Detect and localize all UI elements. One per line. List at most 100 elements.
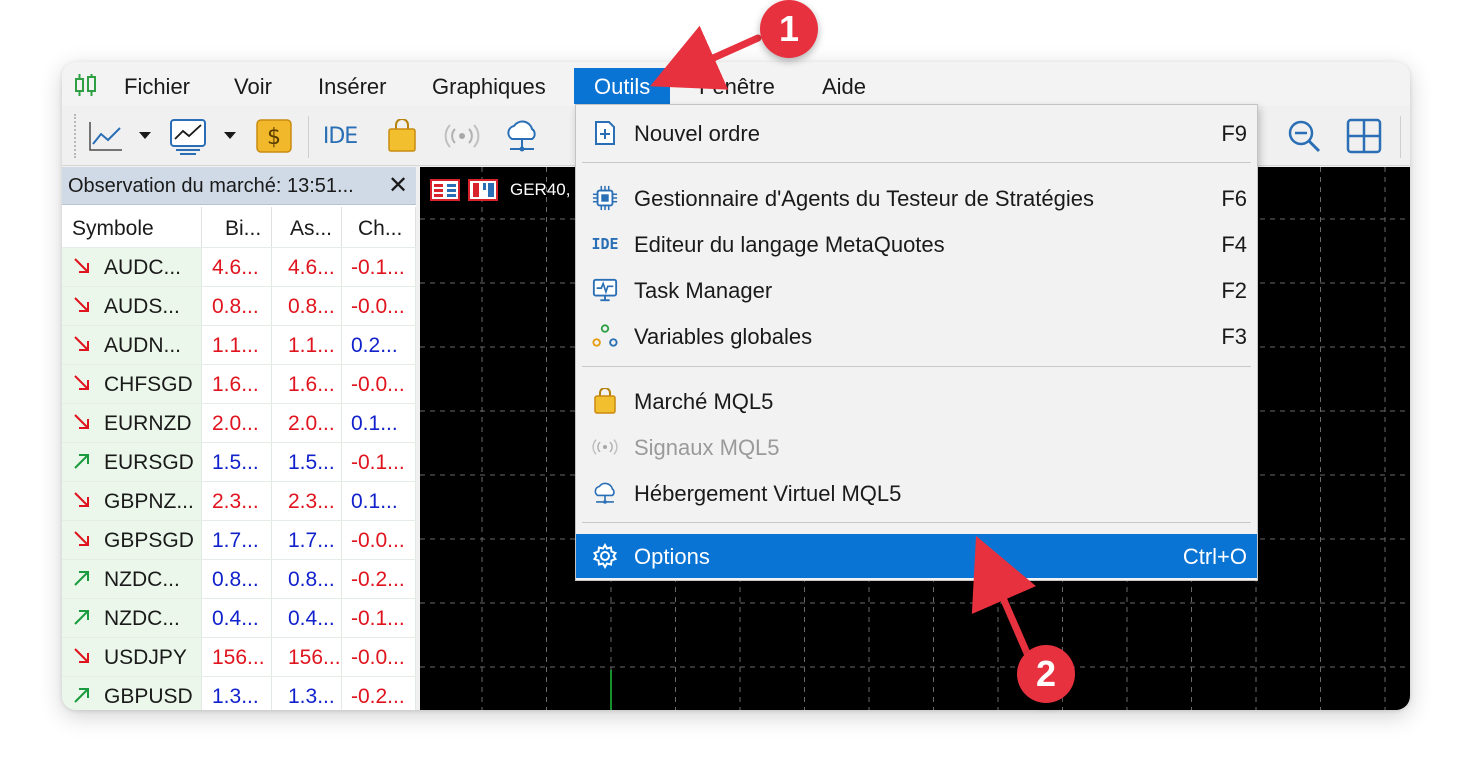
- line-chart-dropdown-caret[interactable]: [139, 132, 151, 139]
- chart-symbol: GER40,: [510, 180, 571, 199]
- table-row[interactable]: CHFSGD 1.6... 1.6... -0.0...: [62, 364, 416, 403]
- menu-item-shortcut: F6: [1221, 186, 1247, 211]
- menu-item-label: Hébergement Virtuel MQL5: [634, 481, 902, 506]
- menu-separator: [582, 522, 1251, 523]
- symbol-cell: GBPNZ...: [62, 482, 202, 520]
- menu-item-marche-mql5[interactable]: Marché MQL5: [576, 379, 1257, 423]
- ask-cell: 0.8...: [272, 560, 342, 598]
- zoom-out-button[interactable]: [1284, 116, 1324, 156]
- menu-item-signaux-mql5[interactable]: Signaux MQL5: [576, 425, 1257, 469]
- table-row[interactable]: USDJPY 156... 156... -0.0...: [62, 637, 416, 676]
- menu-voir[interactable]: Voir: [214, 68, 292, 104]
- menu-outils[interactable]: Outils: [574, 68, 671, 104]
- signals-button[interactable]: [442, 116, 482, 156]
- menu-item-task-manager[interactable]: Task Manager F2: [576, 268, 1257, 312]
- close-icon[interactable]: ✕: [388, 171, 408, 200]
- menu-item-gestionnaire-agents[interactable]: Gestionnaire d'Agents du Testeur de Stra…: [576, 176, 1257, 220]
- symbol-cell: NZDC...: [62, 560, 202, 598]
- menu-separator: [582, 162, 1251, 163]
- line-chart-button[interactable]: [86, 116, 126, 156]
- table-row[interactable]: AUDN... 1.1... 1.1... 0.2...: [62, 325, 416, 364]
- bid-cell: 0.4...: [202, 599, 272, 637]
- table-row[interactable]: NZDC... 0.8... 0.8... -0.2...: [62, 559, 416, 598]
- table-row[interactable]: AUDS... 0.8... 0.8... -0.0...: [62, 286, 416, 325]
- symbol-cell: NZDC...: [62, 599, 202, 637]
- symbol-name: NZDC...: [104, 568, 180, 591]
- line-chart-icon: [89, 122, 122, 151]
- menu-item-shortcut: Ctrl+O: [1182, 544, 1247, 569]
- menu-aide[interactable]: Aide: [802, 68, 886, 104]
- table-row[interactable]: AUDC... 4.6... 4.6... -0.1...: [62, 247, 416, 286]
- symbol-cell: AUDC...: [62, 248, 202, 286]
- menu-item-hebergement-virtuel[interactable]: Hébergement Virtuel MQL5: [576, 471, 1257, 515]
- symbol-name: GBPUSD: [104, 685, 193, 708]
- table-row[interactable]: GBPNZ... 2.3... 2.3... 0.1...: [62, 481, 416, 520]
- grid-icon: [1346, 118, 1382, 154]
- table-row[interactable]: GBPUSD 1.3... 1.3... -0.2...: [62, 676, 416, 710]
- variables-icon: [592, 323, 618, 349]
- menu-inserer[interactable]: Insérer: [298, 68, 406, 104]
- menu-fenetre[interactable]: Fenêtre: [679, 68, 795, 104]
- tile-windows-button[interactable]: [1344, 116, 1384, 156]
- ide-button[interactable]: IDE: [320, 116, 360, 156]
- vps-button[interactable]: [502, 116, 542, 156]
- menu-item-editeur-metaquotes[interactable]: IDE Editeur du langage MetaQuotes F4: [576, 222, 1257, 266]
- zoom-out-icon: [1288, 120, 1321, 153]
- change-cell: -0.1...: [342, 599, 416, 637]
- symbol-name: CHFSGD: [104, 373, 193, 396]
- symbol-name: AUDC...: [104, 256, 182, 279]
- menu-item-label: Variables globales: [634, 324, 813, 349]
- table-row[interactable]: EURNZD 2.0... 2.0... 0.1...: [62, 403, 416, 442]
- table-row[interactable]: GBPSGD 1.7... 1.7... -0.0...: [62, 520, 416, 559]
- toolbar-grip[interactable]: [74, 114, 77, 158]
- symbol-name: GBPNZ...: [104, 490, 194, 513]
- ask-cell: 4.6...: [272, 248, 342, 286]
- depth-of-market-icon[interactable]: [468, 179, 498, 201]
- bid-cell: 0.8...: [202, 560, 272, 598]
- ask-cell: 0.4...: [272, 599, 342, 637]
- menu-graphiques[interactable]: Graphiques: [412, 68, 566, 104]
- change-cell: -0.1...: [342, 248, 416, 286]
- shopping-bag-icon: [388, 119, 416, 152]
- menu-item-nouvel-ordre[interactable]: Nouvel ordre F9: [576, 111, 1257, 155]
- ask-cell: 156...: [272, 638, 342, 676]
- chart-template-button[interactable]: [168, 116, 208, 156]
- bid-cell: 0.8...: [202, 287, 272, 325]
- menu-separator: [582, 366, 1251, 367]
- symbol-cell: GBPSGD: [62, 521, 202, 559]
- cloud-icon: [592, 480, 618, 506]
- arrow-down-right-icon: [74, 258, 89, 273]
- ask-cell: 2.3...: [272, 482, 342, 520]
- column-bid[interactable]: Bi...: [202, 207, 272, 247]
- symbol-cell: EURSGD: [62, 443, 202, 481]
- menu-item-label: Nouvel ordre: [634, 121, 760, 146]
- column-symbol[interactable]: Symbole: [62, 207, 202, 247]
- market-watch-panel: Observation du marché: 13:51... ✕ Symbol…: [62, 167, 416, 710]
- table-row[interactable]: EURSGD 1.5... 1.5... -0.1...: [62, 442, 416, 481]
- monitor-pulse-icon: [592, 277, 618, 303]
- gear-icon: [592, 543, 618, 569]
- ask-cell: 1.3...: [272, 677, 342, 710]
- symbol-cell: CHFSGD: [62, 365, 202, 403]
- template-dropdown-caret[interactable]: [224, 132, 236, 139]
- market-watch-header: Symbole Bi... As... Ch...: [62, 207, 416, 247]
- menu-item-variables-globales[interactable]: Variables globales F3: [576, 314, 1257, 358]
- change-cell: 0.1...: [342, 482, 416, 520]
- bid-cell: 1.3...: [202, 677, 272, 710]
- menu-item-options[interactable]: Options Ctrl+O: [576, 534, 1257, 578]
- symbol-name: USDJPY: [104, 646, 187, 669]
- column-ask[interactable]: As...: [272, 207, 342, 247]
- signal-icon: [592, 434, 618, 460]
- ask-cell: 1.5...: [272, 443, 342, 481]
- trade-button[interactable]: $: [254, 116, 294, 156]
- column-change[interactable]: Ch...: [342, 207, 416, 247]
- cpu-icon: [592, 185, 618, 211]
- trade-panel-icon[interactable]: [430, 179, 460, 201]
- symbol-name: EURSGD: [104, 451, 194, 474]
- cloud-icon: [507, 120, 536, 152]
- ask-cell: 2.0...: [272, 404, 342, 442]
- market-button[interactable]: [382, 116, 422, 156]
- menu-fichier[interactable]: Fichier: [104, 68, 210, 104]
- change-cell: -0.2...: [342, 677, 416, 710]
- table-row[interactable]: NZDC... 0.4... 0.4... -0.1...: [62, 598, 416, 637]
